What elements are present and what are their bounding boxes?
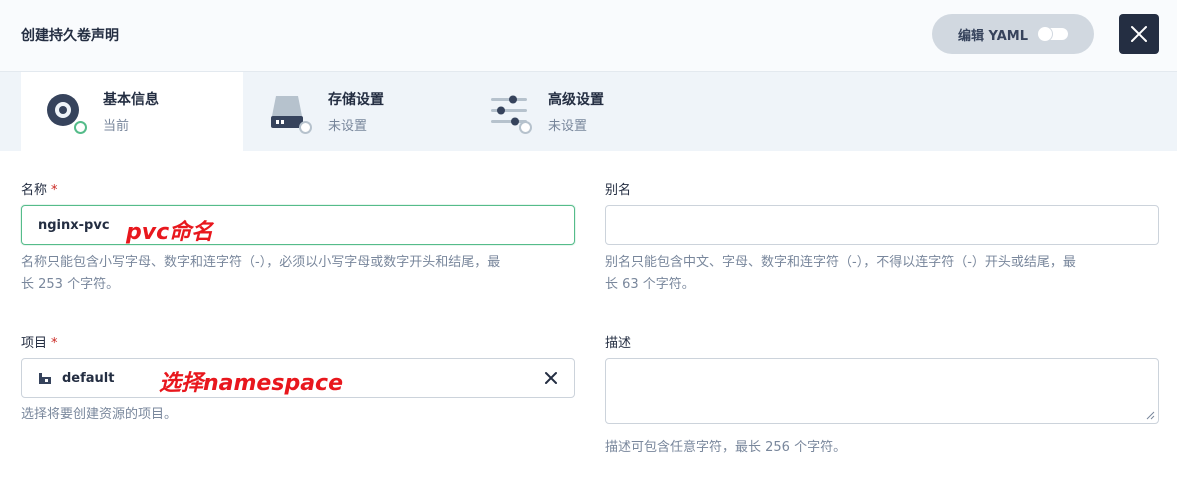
name-label: 名称 *	[21, 179, 58, 198]
tab-status: 当前	[103, 119, 130, 134]
tab-storage-settings[interactable]: 存储设置 未设置	[244, 72, 466, 151]
alias-label: 别名	[605, 183, 632, 198]
project-annotation: 选择namespace	[159, 371, 344, 396]
description-label: 描述	[605, 336, 632, 351]
tab-title: 存储设置	[328, 92, 384, 108]
tab-advanced-settings[interactable]: 高级设置 未设置	[466, 72, 688, 151]
project-help-text: 选择将要创建资源的项目。	[21, 407, 178, 422]
required-mark: *	[51, 183, 58, 198]
tab-status: 未设置	[548, 119, 588, 134]
name-input-value: nginx-pvc	[38, 217, 110, 233]
tab-basic-info[interactable]: 基本信息 当前	[21, 72, 243, 151]
status-dot-unset	[519, 120, 532, 134]
tab-title: 基本信息	[103, 92, 159, 108]
clear-icon[interactable]	[542, 369, 560, 387]
step-tabs: 基本信息 当前 存储设置 未设置 高级设置 未设置	[0, 72, 1177, 151]
required-mark: *	[51, 336, 58, 351]
alias-help-line: 别名只能包含中文、字母、数字和连字符（-），不得以连字符（-）开头或结尾，最	[605, 255, 1076, 270]
close-icon	[1131, 26, 1147, 42]
toggle-switch[interactable]	[1036, 26, 1068, 42]
name-label-text: 名称	[21, 183, 48, 198]
toggle-knob	[1036, 26, 1053, 42]
project-label: 项目 *	[21, 332, 58, 351]
tab-title: 高级设置	[548, 92, 604, 108]
project-icon	[39, 373, 51, 384]
sliders-icon	[490, 92, 532, 134]
alias-input[interactable]	[605, 205, 1159, 245]
description-help-text: 描述可包含任意字符，最长 256 个字符。	[605, 440, 847, 455]
close-button[interactable]	[1119, 14, 1159, 54]
resize-handle-icon[interactable]	[1146, 411, 1155, 420]
name-help-line: 长 253 个字符。	[21, 277, 120, 292]
dialog-header: 创建持久卷声明 编辑 YAML	[0, 0, 1177, 72]
name-input[interactable]: nginx-pvc	[21, 205, 575, 245]
alias-help-line: 长 63 个字符。	[605, 277, 695, 292]
name-annotation: pvc命名	[126, 220, 214, 245]
description-textarea[interactable]	[605, 358, 1159, 424]
edit-yaml-toggle[interactable]: 编辑 YAML	[932, 14, 1094, 54]
alias-help-text: 别名只能包含中文、字母、数字和连字符（-），不得以连字符（-）开头或结尾，最 长…	[605, 252, 1165, 296]
disc-icon	[45, 92, 87, 134]
dialog-title: 创建持久卷声明	[21, 28, 119, 44]
storage-drive-icon	[270, 92, 312, 134]
status-dot-current	[74, 120, 87, 134]
tab-status: 未设置	[328, 119, 368, 134]
project-select-value: default	[62, 370, 115, 386]
name-help-line: 名称只能包含小写字母、数字和连字符（-），必须以小写字母或数字开头和结尾，最	[21, 255, 501, 270]
project-label-text: 项目	[21, 336, 48, 351]
edit-yaml-label: 编辑 YAML	[958, 28, 1028, 44]
status-dot-unset	[299, 120, 312, 134]
name-help-text: 名称只能包含小写字母、数字和连字符（-），必须以小写字母或数字开头和结尾，最 长…	[21, 252, 581, 296]
